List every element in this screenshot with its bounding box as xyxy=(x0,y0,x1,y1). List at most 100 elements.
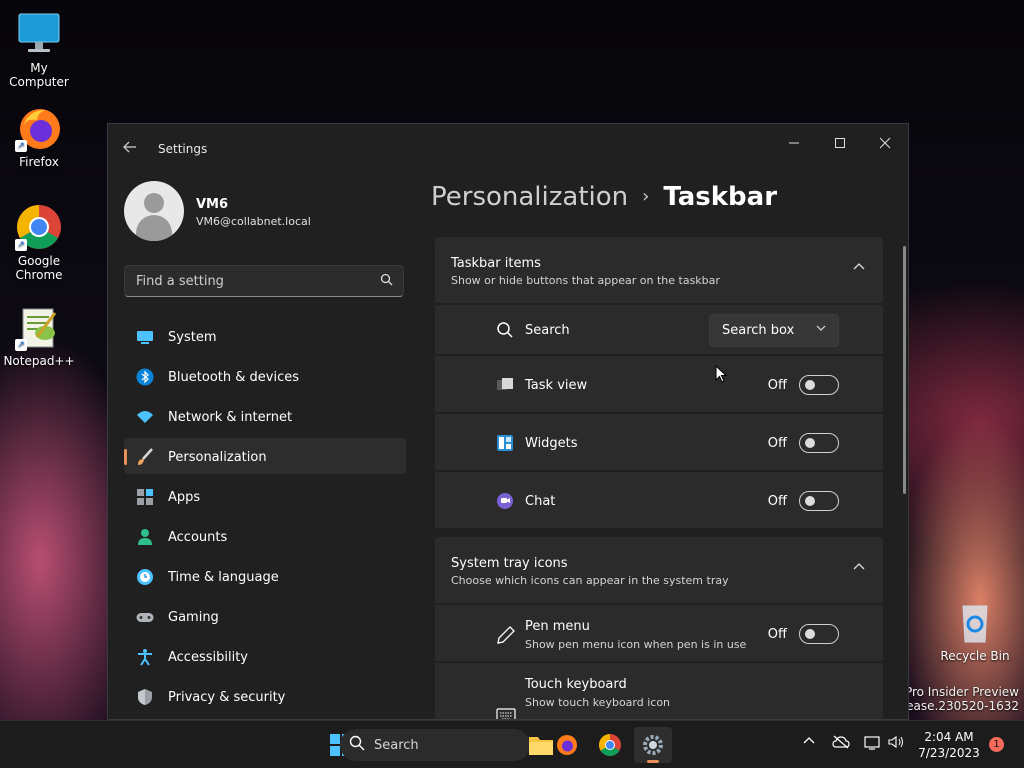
bluetooth-icon xyxy=(136,368,154,386)
firefox-icon xyxy=(557,735,577,755)
title-bar[interactable]: Settings xyxy=(108,124,908,172)
maximize-button[interactable] xyxy=(820,132,860,158)
taskbar-chrome[interactable] xyxy=(591,727,629,763)
taskbar-settings[interactable] xyxy=(634,727,672,763)
gamepad-icon xyxy=(136,608,154,626)
mouse-cursor-icon xyxy=(715,364,728,383)
active-app-indicator xyxy=(647,760,659,763)
setting-row-widgets: Widgets Off xyxy=(435,412,883,470)
taskbar-firefox[interactable] xyxy=(548,727,586,763)
search-input[interactable]: Find a setting xyxy=(124,265,404,297)
toggle-state-text: Off xyxy=(767,436,787,451)
chat-icon xyxy=(496,492,514,510)
sidebar-item-time-language[interactable]: Time & language xyxy=(124,558,406,594)
breadcrumb-parent[interactable]: Personalization xyxy=(431,182,628,212)
system-tray-section: System tray icons Choose which icons can… xyxy=(435,537,883,719)
clock-date: 7/23/2023 xyxy=(918,746,980,760)
taskbar-clock[interactable]: 2:04 AM 7/23/2023 xyxy=(914,729,984,761)
gear-icon xyxy=(643,735,663,755)
close-button[interactable] xyxy=(865,132,905,158)
desktop-icon-my-computer[interactable]: My Computer xyxy=(0,10,78,89)
widgets-toggle[interactable] xyxy=(799,433,839,453)
setting-row-chat: Chat Off xyxy=(435,470,883,528)
chat-toggle[interactable] xyxy=(799,491,839,511)
sidebar-nav: System Bluetooth & devices Network & int… xyxy=(124,318,406,718)
sidebar-item-accounts[interactable]: Accounts xyxy=(124,518,406,554)
pen-icon xyxy=(496,625,515,644)
sidebar-item-label: Accessibility xyxy=(168,650,248,665)
scrollbar[interactable] xyxy=(903,246,906,494)
search-placeholder: Find a setting xyxy=(136,274,224,289)
desktop-icon-firefox[interactable]: ↗ Firefox xyxy=(0,104,78,169)
system-tray-header[interactable]: System tray icons Choose which icons can… xyxy=(435,537,883,603)
search-icon xyxy=(380,273,393,290)
setting-label: Touch keyboard xyxy=(525,677,627,692)
sidebar-item-label: Network & internet xyxy=(168,410,293,425)
sidebar-item-label: Gaming xyxy=(168,610,219,625)
setting-row-search: Search Search box xyxy=(435,303,883,354)
desktop-icon-notepad-plus-plus[interactable]: ↗ Notepad++ xyxy=(0,303,78,368)
wifi-icon xyxy=(136,408,154,426)
recycle-bin-icon xyxy=(951,598,999,646)
desktop-icon-label: Notepad++ xyxy=(3,354,75,368)
sidebar-item-accessibility[interactable]: Accessibility xyxy=(124,638,406,674)
taskbar-search[interactable]: Search xyxy=(340,729,530,761)
minimize-button[interactable] xyxy=(774,132,814,158)
task-view-toggle[interactable] xyxy=(799,375,839,395)
sidebar-item-bluetooth[interactable]: Bluetooth & devices xyxy=(124,358,406,394)
breadcrumb: Personalization › Taskbar xyxy=(431,182,777,212)
maximize-icon xyxy=(835,138,845,148)
back-button[interactable] xyxy=(122,139,142,159)
globe-clock-icon xyxy=(136,568,154,586)
window-title: Settings xyxy=(158,142,208,156)
taskbar: Search 2:04 AM 7/23/2023 1 xyxy=(0,720,1024,768)
desktop-icon-google-chrome[interactable]: ↗ Google Chrome xyxy=(0,203,78,282)
accessibility-icon xyxy=(136,648,154,666)
back-arrow-icon xyxy=(123,141,136,153)
sidebar-item-privacy-security[interactable]: Privacy & security xyxy=(124,678,406,714)
onedrive-tray-icon[interactable] xyxy=(832,735,850,753)
notification-badge[interactable]: 1 xyxy=(989,737,1004,752)
desktop-icon-recycle-bin[interactable]: Recycle Bin xyxy=(936,598,1014,663)
sidebar-item-label: System xyxy=(168,330,217,345)
setting-description: Show touch keyboard icon xyxy=(525,696,671,709)
sidebar-item-network[interactable]: Network & internet xyxy=(124,398,406,434)
sidebar-item-label: Bluetooth & devices xyxy=(168,370,299,385)
taskbar-search-label: Search xyxy=(374,738,419,753)
taskbar-items-header[interactable]: Taskbar items Show or hide buttons that … xyxy=(435,237,883,303)
show-hidden-icons-button[interactable] xyxy=(800,735,818,753)
user-profile[interactable]: VM6 VM6@collabnet.local xyxy=(124,181,414,243)
volume-tray-icon[interactable] xyxy=(887,735,905,753)
sidebar-item-personalization[interactable]: Personalization xyxy=(124,438,406,474)
pen-menu-toggle[interactable] xyxy=(799,624,839,644)
keyboard-icon xyxy=(496,707,516,719)
sidebar-item-label: Accounts xyxy=(168,530,228,545)
desktop-icon-label: My Computer xyxy=(9,61,69,89)
shortcut-arrow-icon: ↗ xyxy=(15,239,27,251)
chevron-up-icon xyxy=(853,261,867,275)
firefox-icon: ↗ xyxy=(15,104,63,152)
setting-description: Show pen menu icon when pen is in use xyxy=(525,638,747,651)
sidebar-item-system[interactable]: System xyxy=(124,318,406,354)
monitor-icon xyxy=(136,328,154,346)
sidebar-item-label: Apps xyxy=(168,490,201,505)
network-tray-icon[interactable] xyxy=(864,735,882,753)
profile-email: VM6@collabnet.local xyxy=(196,215,311,228)
chevron-down-icon xyxy=(816,323,826,336)
shortcut-arrow-icon: ↗ xyxy=(15,140,27,152)
desktop-icon-label: Recycle Bin xyxy=(940,649,1010,663)
page-title: Taskbar xyxy=(663,182,778,212)
sidebar-item-gaming[interactable]: Gaming xyxy=(124,598,406,634)
section-title: System tray icons xyxy=(451,556,568,571)
search-mode-dropdown[interactable]: Search box xyxy=(709,314,839,347)
section-title: Taskbar items xyxy=(451,256,541,271)
toggle-state-text: Off xyxy=(767,627,787,642)
shortcut-arrow-icon: ↗ xyxy=(15,339,27,351)
paintbrush-icon xyxy=(136,448,154,466)
chrome-icon: ↗ xyxy=(15,203,63,251)
speaker-icon xyxy=(888,735,903,749)
desktop-icon-label: Google Chrome xyxy=(15,254,63,282)
notepad-plus-plus-icon: ↗ xyxy=(15,303,63,351)
sidebar-item-apps[interactable]: Apps xyxy=(124,478,406,514)
person-icon xyxy=(136,528,154,546)
